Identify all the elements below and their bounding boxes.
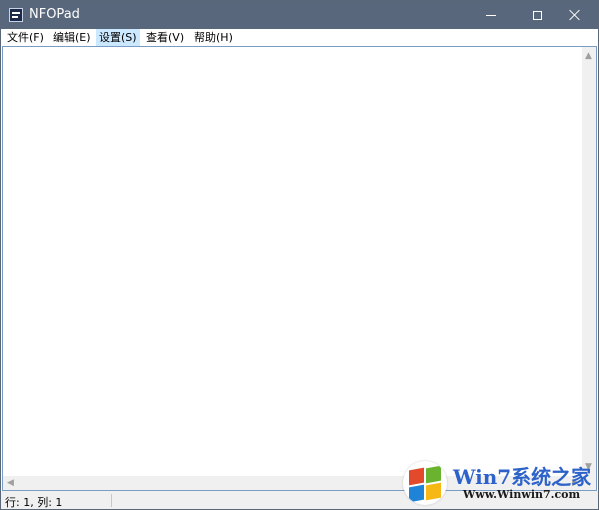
vertical-scrollbar[interactable]: ▲ ▼ [582,47,596,476]
windows-logo-icon [403,461,447,505]
close-button[interactable] [552,1,598,29]
menu-settings[interactable]: 设置(S) [96,29,140,46]
menu-bar: 文件(F) 编辑(E) 设置(S) 查看(V) 帮助(H) [1,29,598,46]
watermark-title: Win7系统之家 [453,465,592,489]
nfo-app-icon[interactable] [9,8,23,22]
status-divider [111,494,112,507]
menu-file[interactable]: 文件(F) [4,29,47,46]
watermark: Win7系统之家 Www.Winwin7.com [403,459,593,507]
menu-view[interactable]: 查看(V) [143,29,187,46]
minimize-icon [486,14,496,16]
menu-edit[interactable]: 编辑(E) [50,29,94,46]
editor-area: ▲ ▼ ◀ ▶ [2,46,597,491]
text-editor[interactable] [3,47,583,476]
app-window: NFOPad 文件(F) 编辑(E) 设置(S) 查看(V) 帮助(H) ▲ ▼… [0,0,599,510]
window-title: NFOPad [29,7,80,22]
scroll-left-icon[interactable]: ◀ [7,478,14,488]
close-icon [569,9,581,21]
maximize-icon [532,10,542,20]
menu-help[interactable]: 帮助(H) [191,29,236,46]
cursor-position: 行: 1, 列: 1 [5,496,63,509]
minimize-button[interactable] [468,1,514,29]
scroll-up-icon[interactable]: ▲ [585,51,592,61]
watermark-url: Www.Winwin7.com [463,488,581,501]
title-bar[interactable]: NFOPad [1,1,598,29]
